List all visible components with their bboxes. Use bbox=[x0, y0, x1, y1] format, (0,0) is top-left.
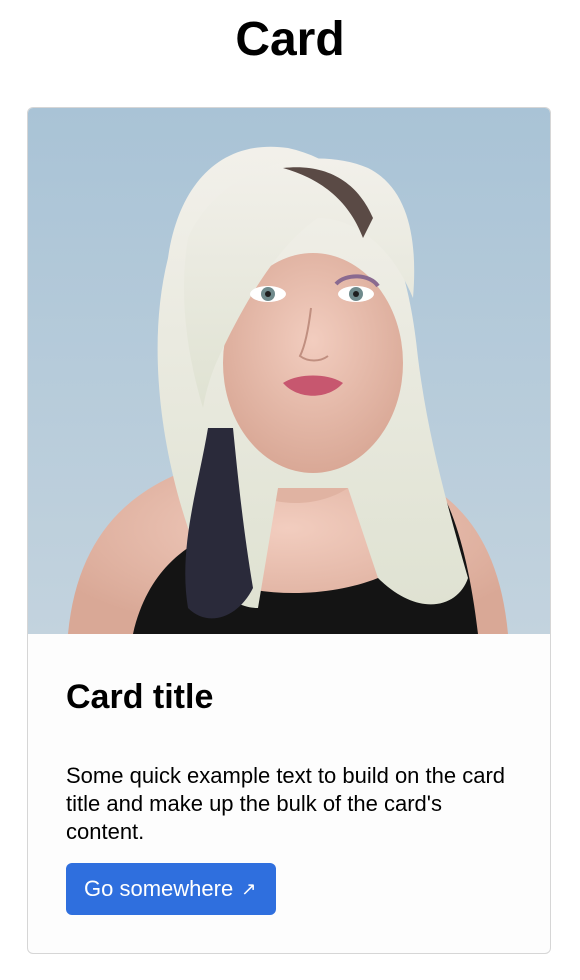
card: Card title Some quick example text to bu… bbox=[27, 107, 551, 954]
go-somewhere-button[interactable]: Go somewhere ↗ bbox=[66, 863, 277, 915]
external-link-arrow-icon: ↗ bbox=[241, 879, 257, 899]
button-label: Go somewhere bbox=[84, 876, 234, 901]
card-image bbox=[28, 108, 550, 634]
card-text: Some quick example text to build on the … bbox=[66, 763, 506, 844]
page-title: Card bbox=[235, 13, 345, 66]
card-title: Card title bbox=[66, 678, 214, 716]
